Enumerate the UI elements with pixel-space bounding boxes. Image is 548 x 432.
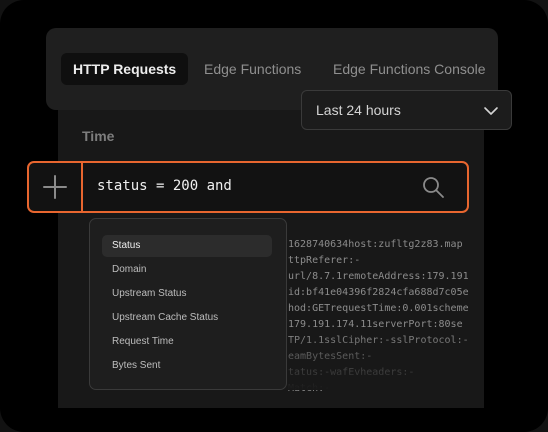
log-line: ttpReferer:-: [288, 255, 361, 266]
suggestion-item[interactable]: Bytes Sent: [102, 355, 272, 377]
suggestion-item[interactable]: Upstream Cache Status: [102, 307, 272, 329]
query-input[interactable]: status = 200 and: [97, 178, 232, 194]
log-line: Match:-: [288, 383, 331, 394]
chevron-down-icon: [483, 103, 499, 122]
add-filter-button[interactable]: [29, 163, 83, 211]
log-line: tatus:-wafEvheaders:-: [288, 367, 415, 378]
time-column-header: Time: [82, 128, 115, 144]
search-icon[interactable]: [421, 175, 445, 204]
app-frame: HTTP Requests Edge Functions Edge Functi…: [0, 0, 548, 432]
tab-http-requests[interactable]: HTTP Requests: [61, 53, 189, 85]
log-line: id:bf41e04396f2824cfa688d7c05e: [288, 287, 469, 298]
log-line: TP/1.1sslCipher:-sslProtocol:-: [288, 335, 469, 346]
time-range-select[interactable]: Last 24 hours: [301, 90, 512, 130]
suggestion-item[interactable]: Request Time: [102, 331, 272, 353]
suggestion-item[interactable]: Domain: [102, 259, 272, 281]
suggestion-item[interactable]: Upstream Status: [102, 283, 272, 305]
log-line: eamBytesSent:-: [288, 351, 373, 362]
plus-icon: [43, 175, 67, 199]
tab-edge-functions[interactable]: Edge Functions: [204, 53, 301, 85]
log-line: url/8.7.1remoteAddress:179.191: [288, 271, 469, 282]
log-line: hod:GETrequestTime:0.001scheme: [288, 303, 469, 314]
log-lines: 1628740634host:zufltg2z83.map ttpReferer…: [288, 237, 484, 397]
query-search-bar: status = 200 and: [27, 161, 469, 213]
field-suggestions-dropdown: Status Domain Upstream Status Upstream C…: [89, 218, 287, 390]
suggestion-item[interactable]: Status: [102, 235, 272, 257]
tab-edge-functions-console[interactable]: Edge Functions Console: [333, 53, 486, 85]
log-line: 179.191.174.11serverPort:80se: [288, 319, 463, 330]
log-line: 1628740634host:zufltg2z83.map: [288, 239, 463, 250]
time-range-label: Last 24 hours: [316, 102, 401, 118]
